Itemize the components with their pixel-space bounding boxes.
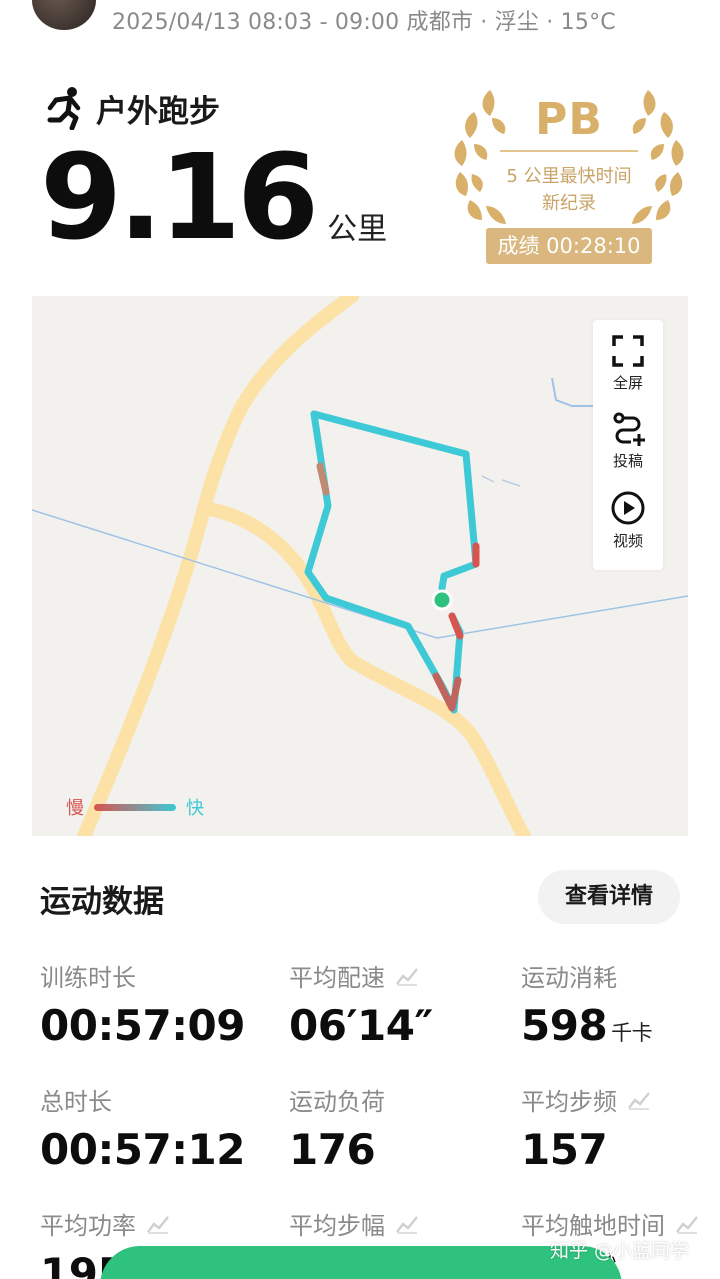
legend-gradient <box>94 803 176 811</box>
pb-score: 成绩 00:28:10 <box>486 228 652 264</box>
sport-label: 户外跑步 <box>96 93 220 130</box>
trend-chart-icon <box>676 1215 698 1234</box>
stat-avg-cadence[interactable]: 平均步频 157 <box>521 1082 651 1174</box>
watermark: 知乎 @小蓝同学 <box>550 1240 690 1262</box>
fullscreen-button[interactable]: 全屏 <box>593 334 663 393</box>
pb-divider <box>500 150 638 152</box>
stat-calories: 运动消耗 598 千卡 <box>521 958 653 1050</box>
legend-slow: 慢 <box>66 798 84 819</box>
view-details-button[interactable]: 查看详情 <box>538 870 680 924</box>
stat-label: 平均功率 <box>40 1212 136 1240</box>
post-route-label: 投稿 <box>612 452 643 470</box>
running-person-icon <box>47 87 81 130</box>
trend-chart-icon <box>396 967 418 986</box>
trend-chart-icon <box>396 1215 418 1234</box>
trend-chart-icon <box>628 1091 650 1110</box>
route-post-icon <box>613 412 645 446</box>
trend-chart-icon <box>147 1215 169 1234</box>
workout-meta: 2025/04/13 08:03 - 09:00 成都市 · 浮尘 · 15°C <box>112 10 616 35</box>
fullscreen-icon <box>612 335 644 367</box>
pb-badge[interactable]: PB 5 公里最快时间 新纪录 成绩 00:28:10 <box>450 88 688 268</box>
stat-training-load: 运动负荷 176 <box>289 1082 385 1174</box>
distance: 9.16 公里 <box>40 138 387 256</box>
stat-value: 598 <box>521 1001 608 1050</box>
fullscreen-label: 全屏 <box>612 374 643 392</box>
bottom-action-bar[interactable] <box>100 1246 622 1279</box>
stat-value: 176 <box>289 1125 376 1174</box>
stat-label: 运动负荷 <box>289 1088 385 1116</box>
video-button[interactable]: 视频 <box>593 490 663 551</box>
route-map[interactable]: 全屏 投稿 视频 慢 快 <box>32 296 688 836</box>
stat-label: 平均步幅 <box>289 1212 385 1240</box>
stat-label: 平均配速 <box>289 964 385 992</box>
stat-label: 训练时长 <box>40 964 136 992</box>
header-meta: 2025/04/13 08:03 - 09:00 成都市 · 浮尘 · 15°C <box>0 0 720 40</box>
distance-unit: 公里 <box>327 212 388 247</box>
post-route-button[interactable]: 投稿 <box>593 412 663 471</box>
stat-label: 运动消耗 <box>521 964 617 992</box>
pb-description-2: 新纪录 <box>542 193 596 214</box>
pb-title: PB <box>535 94 603 145</box>
stat-label: 平均步频 <box>521 1088 617 1116</box>
stat-avg-pace[interactable]: 平均配速 06′14″ <box>289 958 433 1050</box>
stat-training-duration: 训练时长 00:57:09 <box>40 958 245 1050</box>
stat-value: 00:57:12 <box>40 1125 245 1174</box>
pace-legend: 慢 快 <box>66 794 204 820</box>
stat-total-duration: 总时长 00:57:12 <box>40 1082 245 1174</box>
avatar[interactable] <box>32 0 96 30</box>
pb-description: 5 公里最快时间 <box>506 166 632 187</box>
stat-value: 00:57:09 <box>40 1001 245 1050</box>
sport-type: 户外跑步 <box>44 86 220 130</box>
play-video-icon <box>611 491 645 525</box>
section-title: 运动数据 <box>40 884 164 920</box>
stat-value: 06′14″ <box>289 1001 433 1050</box>
map-canvas <box>32 296 688 836</box>
map-toolbar: 全屏 投稿 视频 <box>593 320 663 570</box>
stat-unit: 千卡 <box>611 1021 653 1045</box>
legend-fast: 快 <box>186 798 204 819</box>
video-label: 视频 <box>612 532 643 550</box>
stat-value: 157 <box>521 1125 608 1174</box>
stat-avg-stride[interactable]: 平均步幅 <box>289 1206 419 1241</box>
distance-value: 9.16 <box>40 128 319 266</box>
stat-label: 总时长 <box>40 1088 112 1116</box>
